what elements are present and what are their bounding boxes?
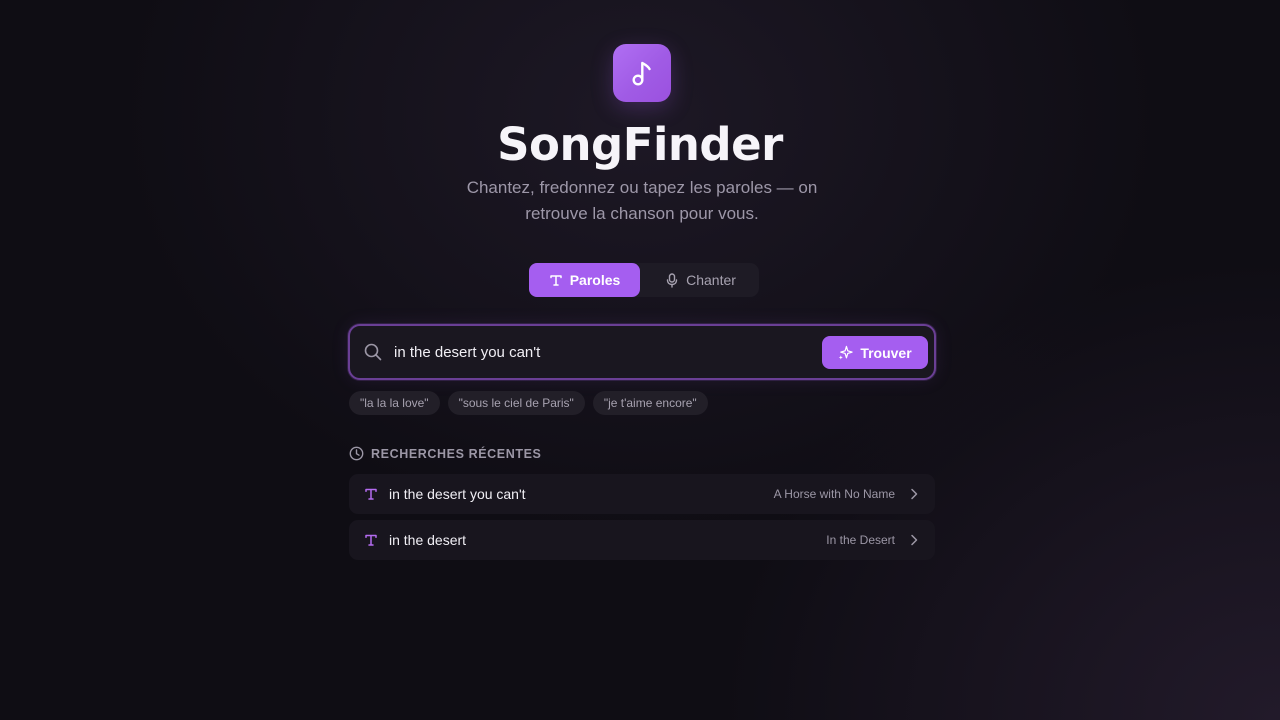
find-button[interactable]: Trouver — [822, 336, 928, 369]
tab-chanter-label: Chanter — [686, 272, 736, 288]
text-icon — [549, 275, 562, 286]
music-note-icon — [632, 61, 651, 86]
suggestion-chip[interactable]: "je t'aime encore" — [592, 391, 708, 415]
recent-query: in the desert you can't — [389, 486, 526, 502]
tab-paroles-label: Paroles — [569, 272, 621, 288]
text-icon — [365, 534, 377, 546]
search-input[interactable] — [394, 340, 814, 364]
app-logo — [613, 44, 671, 102]
recent-item[interactable]: in the desert you can't A Horse with No … — [349, 474, 935, 514]
recent-query: in the desert — [389, 532, 467, 548]
recent-song: In the Desert — [826, 533, 895, 547]
search-icon — [364, 343, 382, 361]
sparkle-icon — [839, 345, 853, 360]
recent-searches-title: RECHERCHES RÉCENTES — [371, 446, 542, 461]
mode-toggle: Paroles Chanter — [529, 263, 759, 297]
text-icon — [365, 488, 377, 500]
recent-item[interactable]: in the desert In the Desert — [349, 520, 935, 560]
suggestion-chip[interactable]: "la la la love" — [349, 391, 440, 415]
suggestion-chip[interactable]: "sous le ciel de Paris" — [447, 391, 585, 415]
app-subtitle: Chantez, fredonnez ou tapez les paroles … — [466, 178, 818, 223]
clock-icon — [349, 446, 364, 461]
app-title: SongFinder — [497, 118, 783, 171]
recent-song: A Horse with No Name — [773, 487, 895, 501]
chevron-right-icon — [911, 488, 918, 500]
tab-paroles[interactable]: Paroles — [529, 263, 640, 297]
chevron-right-icon — [911, 534, 918, 546]
suggestion-chips: "la la la love" "sous le ciel de Paris" … — [349, 391, 708, 415]
search-box: Trouver — [348, 324, 936, 380]
recent-searches-header: RECHERCHES RÉCENTES — [349, 446, 541, 461]
find-button-label: Trouver — [860, 344, 912, 361]
microphone-icon — [666, 272, 678, 288]
tab-chanter[interactable]: Chanter — [642, 263, 759, 297]
